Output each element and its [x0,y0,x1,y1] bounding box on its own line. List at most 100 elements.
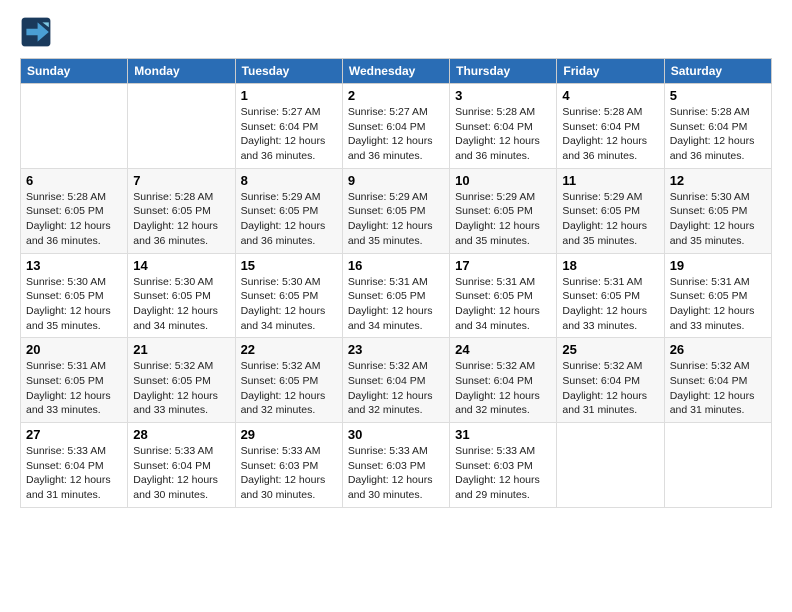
cell-details: Sunrise: 5:27 AMSunset: 6:04 PMDaylight:… [348,105,444,164]
calendar-cell: 12Sunrise: 5:30 AMSunset: 6:05 PMDayligh… [664,168,771,253]
cell-details: Sunrise: 5:28 AMSunset: 6:04 PMDaylight:… [670,105,766,164]
header-friday: Friday [557,59,664,84]
cell-details: Sunrise: 5:32 AMSunset: 6:04 PMDaylight:… [670,359,766,418]
calendar-cell [664,423,771,508]
day-number: 6 [26,173,122,188]
cell-details: Sunrise: 5:31 AMSunset: 6:05 PMDaylight:… [26,359,122,418]
logo-icon [20,16,52,48]
calendar-cell: 5 Sunrise: 5:28 AMSunset: 6:04 PMDaylight… [664,84,771,169]
cell-details: Sunrise: 5:29 AMSunset: 6:05 PMDaylight:… [455,190,551,249]
day-number: 13 [26,258,122,273]
calendar-cell: 15 Sunrise: 5:30 AMSunset: 6:05 PMDayligh… [235,253,342,338]
cell-details: Sunrise: 5:29 AMSunset: 6:05 PMDaylight:… [348,190,444,249]
cell-details: Sunrise: 5:32 AMSunset: 6:05 PMDaylight:… [241,359,337,418]
calendar-cell: 13 Sunrise: 5:30 AMSunset: 6:05 PMDayligh… [21,253,128,338]
day-number: 12 [670,173,766,188]
day-number: 21 [133,342,229,357]
calendar-cell: 14 Sunrise: 5:30 AMSunset: 6:05 PMDayligh… [128,253,235,338]
calendar-cell: 16 Sunrise: 5:31 AMSunset: 6:05 PMDayligh… [342,253,449,338]
day-number: 17 [455,258,551,273]
day-number: 10 [455,173,551,188]
day-number: 23 [348,342,444,357]
header-saturday: Saturday [664,59,771,84]
cell-details: Sunrise: 5:30 AMSunset: 6:05 PMDaylight:… [241,275,337,334]
calendar-cell: 11 Sunrise: 5:29 AMSunset: 6:05 PMDayligh… [557,168,664,253]
calendar-cell [557,423,664,508]
cell-details: Sunrise: 5:30 AMSunset: 6:05 PMDaylight:… [133,275,229,334]
header-sunday: Sunday [21,59,128,84]
day-number: 4 [562,88,658,103]
cell-details: Sunrise: 5:32 AMSunset: 6:04 PMDaylight:… [348,359,444,418]
cell-details: Sunrise: 5:31 AMSunset: 6:05 PMDaylight:… [455,275,551,334]
calendar-cell: 21Sunrise: 5:32 AMSunset: 6:05 PMDayligh… [128,338,235,423]
calendar-cell: 7 Sunrise: 5:28 AMSunset: 6:05 PMDaylight… [128,168,235,253]
calendar-cell: 27Sunrise: 5:33 AMSunset: 6:04 PMDayligh… [21,423,128,508]
cell-details: Sunrise: 5:27 AMSunset: 6:04 PMDaylight:… [241,105,337,164]
header-wednesday: Wednesday [342,59,449,84]
logo [20,16,56,48]
cell-details: Sunrise: 5:28 AMSunset: 6:05 PMDaylight:… [26,190,122,249]
cell-details: Sunrise: 5:32 AMSunset: 6:04 PMDaylight:… [455,359,551,418]
calendar-cell: 19 Sunrise: 5:31 AMSunset: 6:05 PMDayligh… [664,253,771,338]
calendar-cell: 9 Sunrise: 5:29 AMSunset: 6:05 PMDaylight… [342,168,449,253]
day-number: 3 [455,88,551,103]
cell-details: Sunrise: 5:28 AMSunset: 6:04 PMDaylight:… [455,105,551,164]
calendar-cell: 20 Sunrise: 5:31 AMSunset: 6:05 PMDayligh… [21,338,128,423]
cell-details: Sunrise: 5:31 AMSunset: 6:05 PMDaylight:… [348,275,444,334]
day-number: 31 [455,427,551,442]
day-number: 15 [241,258,337,273]
calendar-cell: 4 Sunrise: 5:28 AMSunset: 6:04 PMDaylight… [557,84,664,169]
day-number: 2 [348,88,444,103]
day-number: 28 [133,427,229,442]
calendar-table: SundayMondayTuesdayWednesdayThursdayFrid… [20,58,772,508]
day-number: 20 [26,342,122,357]
calendar-cell [21,84,128,169]
day-number: 14 [133,258,229,273]
day-number: 16 [348,258,444,273]
calendar-cell: 24 Sunrise: 5:32 AMSunset: 6:04 PMDayligh… [450,338,557,423]
day-number: 1 [241,88,337,103]
cell-details: Sunrise: 5:28 AMSunset: 6:04 PMDaylight:… [562,105,658,164]
week-row-3: 13 Sunrise: 5:30 AMSunset: 6:05 PMDayligh… [21,253,772,338]
day-number: 24 [455,342,551,357]
calendar-cell: 18Sunrise: 5:31 AMSunset: 6:05 PMDayligh… [557,253,664,338]
calendar-cell: 30Sunrise: 5:33 AMSunset: 6:03 PMDayligh… [342,423,449,508]
day-number: 9 [348,173,444,188]
header-monday: Monday [128,59,235,84]
cell-details: Sunrise: 5:28 AMSunset: 6:05 PMDaylight:… [133,190,229,249]
day-number: 30 [348,427,444,442]
day-number: 27 [26,427,122,442]
day-number: 19 [670,258,766,273]
cell-details: Sunrise: 5:29 AMSunset: 6:05 PMDaylight:… [562,190,658,249]
cell-details: Sunrise: 5:30 AMSunset: 6:05 PMDaylight:… [26,275,122,334]
day-number: 7 [133,173,229,188]
day-number: 5 [670,88,766,103]
calendar-cell: 29Sunrise: 5:33 AMSunset: 6:03 PMDayligh… [235,423,342,508]
day-number: 29 [241,427,337,442]
calendar-cell: 3 Sunrise: 5:28 AMSunset: 6:04 PMDaylight… [450,84,557,169]
cell-details: Sunrise: 5:29 AMSunset: 6:05 PMDaylight:… [241,190,337,249]
calendar-cell: 26 Sunrise: 5:32 AMSunset: 6:04 PMDayligh… [664,338,771,423]
calendar-cell: 25Sunrise: 5:32 AMSunset: 6:04 PMDayligh… [557,338,664,423]
week-row-1: 1 Sunrise: 5:27 AMSunset: 6:04 PMDaylight… [21,84,772,169]
header-tuesday: Tuesday [235,59,342,84]
calendar-cell: 17 Sunrise: 5:31 AMSunset: 6:05 PMDayligh… [450,253,557,338]
calendar-cell: 31 Sunrise: 5:33 AMSunset: 6:03 PMDayligh… [450,423,557,508]
cell-details: Sunrise: 5:33 AMSunset: 6:03 PMDaylight:… [455,444,551,503]
day-number: 22 [241,342,337,357]
day-number: 26 [670,342,766,357]
calendar-cell: 23 Sunrise: 5:32 AMSunset: 6:04 PMDayligh… [342,338,449,423]
day-number: 11 [562,173,658,188]
week-row-4: 20 Sunrise: 5:31 AMSunset: 6:05 PMDayligh… [21,338,772,423]
header [20,16,772,48]
calendar-page: SundayMondayTuesdayWednesdayThursdayFrid… [0,0,792,524]
header-thursday: Thursday [450,59,557,84]
calendar-cell: 8Sunrise: 5:29 AMSunset: 6:05 PMDaylight… [235,168,342,253]
cell-details: Sunrise: 5:31 AMSunset: 6:05 PMDaylight:… [670,275,766,334]
calendar-cell: 10 Sunrise: 5:29 AMSunset: 6:05 PMDayligh… [450,168,557,253]
calendar-cell: 22 Sunrise: 5:32 AMSunset: 6:05 PMDayligh… [235,338,342,423]
calendar-cell [128,84,235,169]
cell-details: Sunrise: 5:31 AMSunset: 6:05 PMDaylight:… [562,275,658,334]
week-row-2: 6 Sunrise: 5:28 AMSunset: 6:05 PMDaylight… [21,168,772,253]
calendar-cell: 2 Sunrise: 5:27 AMSunset: 6:04 PMDaylight… [342,84,449,169]
